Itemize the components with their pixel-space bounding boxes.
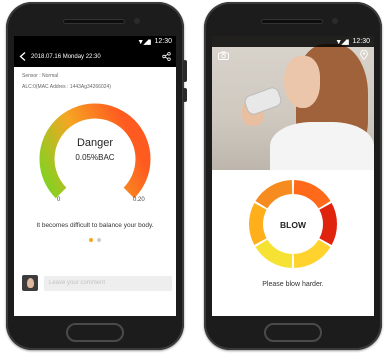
gauge-max-label: 0.20 bbox=[133, 197, 145, 203]
sensor-status: Sensor : Normal bbox=[22, 73, 59, 79]
donut-segment bbox=[255, 180, 293, 209]
camera-toolbar bbox=[212, 47, 374, 65]
signal-icons: ▼◢▮ bbox=[335, 38, 349, 46]
phone-left: ▼◢▮ 12:30 2018.07.16 Monday 22:30 Sensor… bbox=[6, 2, 184, 350]
front-camera bbox=[134, 18, 140, 24]
pager-dot-active[interactable] bbox=[89, 238, 93, 242]
gauge-min-label: 0 bbox=[57, 197, 61, 203]
camera-icon[interactable] bbox=[218, 47, 229, 65]
app-bar: 2018.07.16 Monday 22:30 bbox=[14, 47, 176, 67]
volume-down-button bbox=[183, 88, 187, 102]
result-screen: ▼◢▮ 12:30 2018.07.16 Monday 22:30 Sensor… bbox=[14, 36, 176, 316]
bac-gauge: Danger 0.05%BAC 0 0.20 bbox=[14, 95, 176, 220]
device-info: Sensor : Normal ALC:0(MAC Addres : 1443A… bbox=[14, 67, 176, 93]
gauge-status: Danger bbox=[76, 137, 114, 149]
gauge-reading: 0.05%BAC bbox=[75, 153, 115, 162]
volume-up-button bbox=[183, 60, 187, 82]
header-date: 2018.07.16 Monday 22:30 bbox=[31, 54, 101, 60]
share-icon[interactable] bbox=[162, 51, 171, 63]
blow-hint: Please blow harder. bbox=[262, 281, 324, 288]
front-camera bbox=[332, 18, 338, 24]
home-button[interactable] bbox=[66, 323, 124, 342]
donut-segment bbox=[255, 239, 293, 268]
donut-segment bbox=[293, 239, 331, 268]
blow-meter: BLOW bbox=[212, 174, 374, 280]
comment-bar bbox=[22, 274, 172, 292]
signal-icons: ▼◢▮ bbox=[137, 38, 151, 46]
photo-shirt bbox=[270, 122, 374, 170]
result-message: It becomes difficult to balance your bod… bbox=[36, 222, 154, 229]
blow-label: BLOW bbox=[280, 220, 306, 230]
blow-screen: ▼◢▮ 12:30 BLOW Please blow harder. bbox=[212, 36, 374, 316]
pager-dot[interactable] bbox=[97, 238, 101, 242]
back-arrow-icon[interactable] bbox=[19, 51, 27, 63]
alc-address: ALC:0(MAC Addres : 1443Ag34266024) bbox=[22, 84, 111, 90]
comment-input[interactable] bbox=[44, 275, 172, 291]
home-button[interactable] bbox=[264, 323, 322, 342]
phone-right: ▼◢▮ 12:30 BLOW Please blow harder. bbox=[204, 2, 382, 350]
status-time: 12:30 bbox=[154, 38, 172, 45]
speaker-grille bbox=[63, 19, 125, 24]
status-bar: ▼◢▮ 12:30 bbox=[212, 36, 374, 47]
page-indicator bbox=[14, 238, 176, 242]
donut-segment bbox=[293, 180, 331, 209]
location-pin-icon[interactable] bbox=[360, 47, 368, 65]
status-bar: ▼◢▮ 12:30 bbox=[14, 36, 176, 47]
speaker-grille bbox=[261, 19, 323, 24]
gauge-fill bbox=[39, 103, 151, 199]
status-time: 12:30 bbox=[352, 38, 370, 45]
user-avatar bbox=[22, 275, 38, 291]
